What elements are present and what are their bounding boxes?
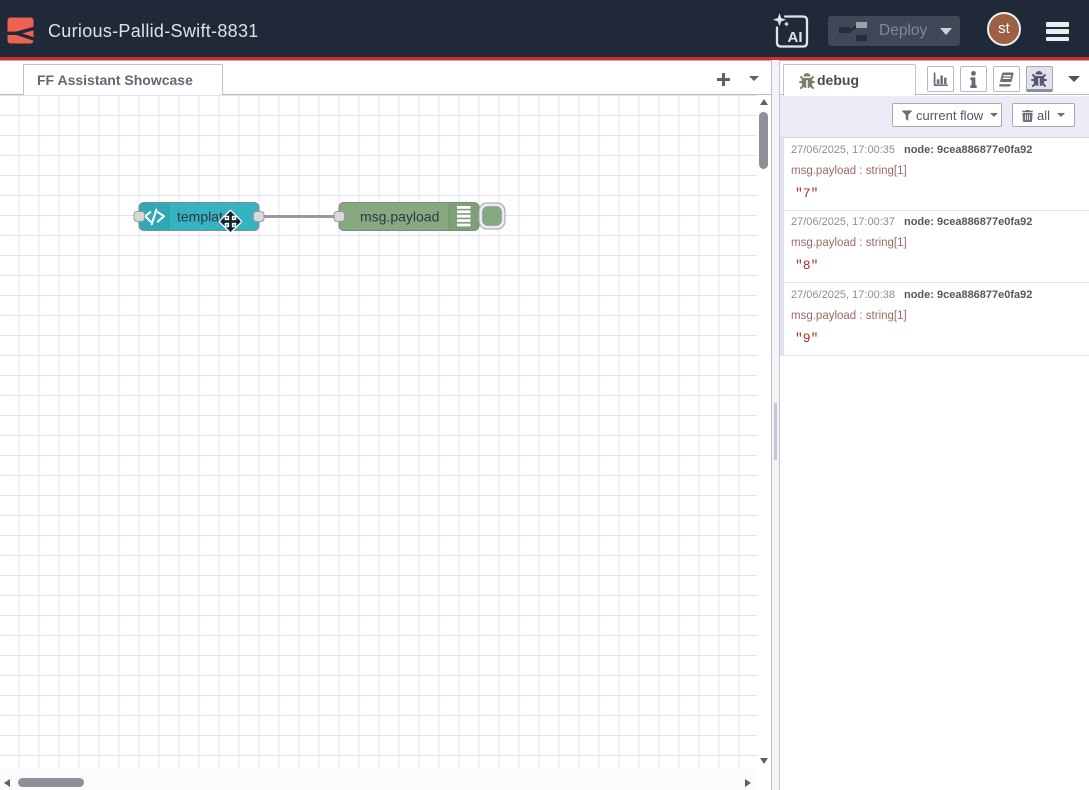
svg-text:msg.payload: msg.payload <box>360 209 439 225</box>
svg-text:AI: AI <box>788 29 803 46</box>
